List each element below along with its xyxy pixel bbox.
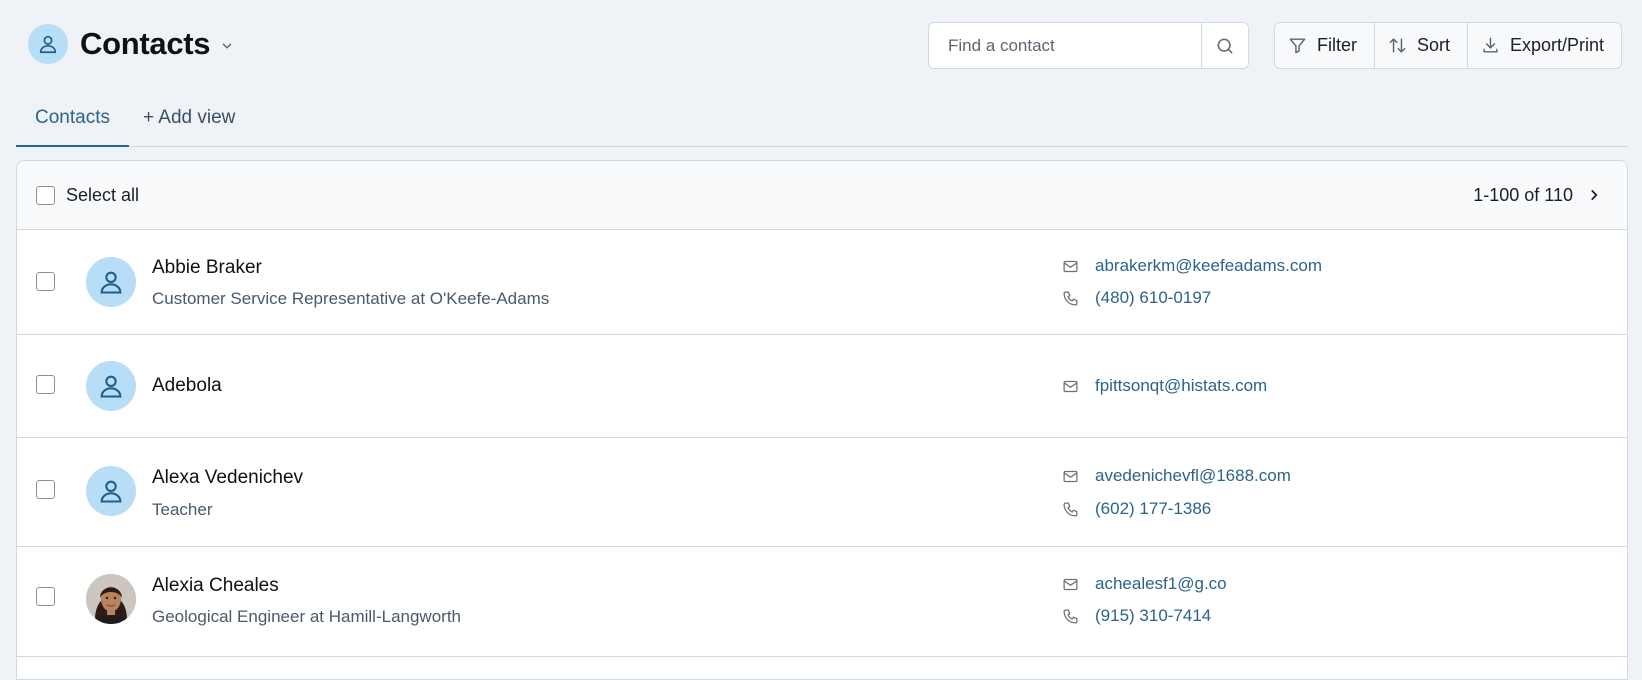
contact-row[interactable]: Alexia Cheales Geological Engineer at Ha…: [17, 547, 1627, 657]
phone-line: (915) 310-7414: [1061, 606, 1211, 626]
select-all-label: Select all: [66, 184, 140, 205]
phone-icon: [1061, 290, 1079, 307]
contact-row[interactable]: Adebola fpittsonqt@histats.com: [17, 335, 1627, 438]
export-print-button[interactable]: Export/Print: [1468, 23, 1621, 68]
contact-name[interactable]: Alexia Cheales: [152, 575, 279, 597]
chevron-down-icon[interactable]: [220, 39, 234, 53]
search-input[interactable]: [929, 23, 1201, 68]
next-page-icon[interactable]: [1587, 188, 1601, 202]
contact-name[interactable]: Abbie Braker: [152, 257, 262, 279]
filter-icon: [1289, 38, 1306, 54]
sort-label: Sort: [1417, 35, 1451, 55]
person-icon: [100, 271, 122, 294]
mail-icon: [1061, 258, 1079, 275]
avatar: [86, 257, 136, 307]
phone-link[interactable]: (602) 177-1386: [1095, 499, 1211, 519]
list-header: Select all 1-100 of 110: [17, 161, 1627, 230]
person-icon: [100, 480, 122, 503]
email-link[interactable]: avedenichevfl@1688.com: [1095, 466, 1291, 486]
search-button[interactable]: [1201, 23, 1248, 68]
person-icon: [100, 375, 122, 398]
phone-link[interactable]: (915) 310-7414: [1095, 606, 1211, 626]
view-tabs: Contacts + Add view: [16, 90, 1628, 147]
page-title: Contacts: [80, 26, 211, 61]
select-all[interactable]: Select all: [36, 185, 139, 206]
contact-subtitle: Customer Service Representative at O'Kee…: [152, 289, 550, 308]
contact-row[interactable]: Alexa Vedenichev Teacher avedenichevfl@1…: [17, 438, 1627, 547]
sort-icon: [1389, 38, 1406, 53]
search-icon: [1217, 38, 1233, 54]
sort-button[interactable]: Sort: [1375, 23, 1469, 68]
pagination-label: 1-100 of 110: [1473, 184, 1573, 205]
email-line: achealesf1@g.co: [1061, 574, 1227, 594]
email-link[interactable]: abrakerkm@keefeadams.com: [1095, 256, 1322, 276]
email-link[interactable]: achealesf1@g.co: [1095, 574, 1227, 594]
download-icon: [1483, 37, 1498, 53]
phone-link[interactable]: (480) 610-0197: [1095, 288, 1211, 308]
email-line: avedenichevfl@1688.com: [1061, 466, 1291, 486]
email-line: abrakerkm@keefeadams.com: [1061, 256, 1322, 276]
tab-contacts[interactable]: Contacts: [16, 90, 129, 147]
title-group[interactable]: Contacts: [28, 24, 234, 64]
row-checkbox[interactable]: [36, 272, 55, 291]
search-box: [928, 22, 1249, 69]
contact-name[interactable]: Adebola: [152, 375, 222, 397]
contact-subtitle: Teacher: [152, 500, 213, 519]
avatar: [86, 466, 136, 516]
contact-name[interactable]: Alexa Vedenichev: [152, 467, 303, 489]
mail-icon: [1061, 576, 1079, 593]
phone-line: (480) 610-0197: [1061, 288, 1211, 308]
filter-label: Filter: [1317, 35, 1357, 55]
email-link[interactable]: fpittsonqt@histats.com: [1095, 376, 1267, 396]
avatar-photo: [86, 574, 136, 624]
phone-icon: [1061, 608, 1079, 625]
row-checkbox[interactable]: [36, 587, 55, 606]
row-checkbox[interactable]: [36, 480, 55, 499]
contact-row[interactable]: Abbie Braker Customer Service Representa…: [17, 230, 1627, 335]
action-button-group: Filter Sort Export/Print: [1274, 22, 1623, 69]
avatar: [86, 361, 136, 411]
pagination: 1-100 of 110: [1473, 185, 1601, 206]
row-checkbox[interactable]: [36, 375, 55, 394]
contacts-person-icon: [28, 24, 68, 64]
add-view-button[interactable]: + Add view: [129, 90, 254, 146]
select-all-checkbox[interactable]: [36, 185, 55, 205]
contact-list: Select all 1-100 of 110 Abbie Braker Cus…: [16, 160, 1628, 680]
phone-line: (602) 177-1386: [1061, 499, 1211, 519]
top-bar: Contacts Filter Sort Export/Print: [0, 0, 1642, 90]
email-line: fpittsonqt@histats.com: [1061, 376, 1267, 396]
mail-icon: [1061, 468, 1079, 485]
mail-icon: [1061, 378, 1079, 395]
contact-subtitle: Geological Engineer at Hamill-Langworth: [152, 607, 461, 626]
filter-button[interactable]: Filter: [1275, 23, 1375, 68]
phone-icon: [1061, 501, 1079, 518]
export-print-label: Export/Print: [1510, 35, 1605, 55]
